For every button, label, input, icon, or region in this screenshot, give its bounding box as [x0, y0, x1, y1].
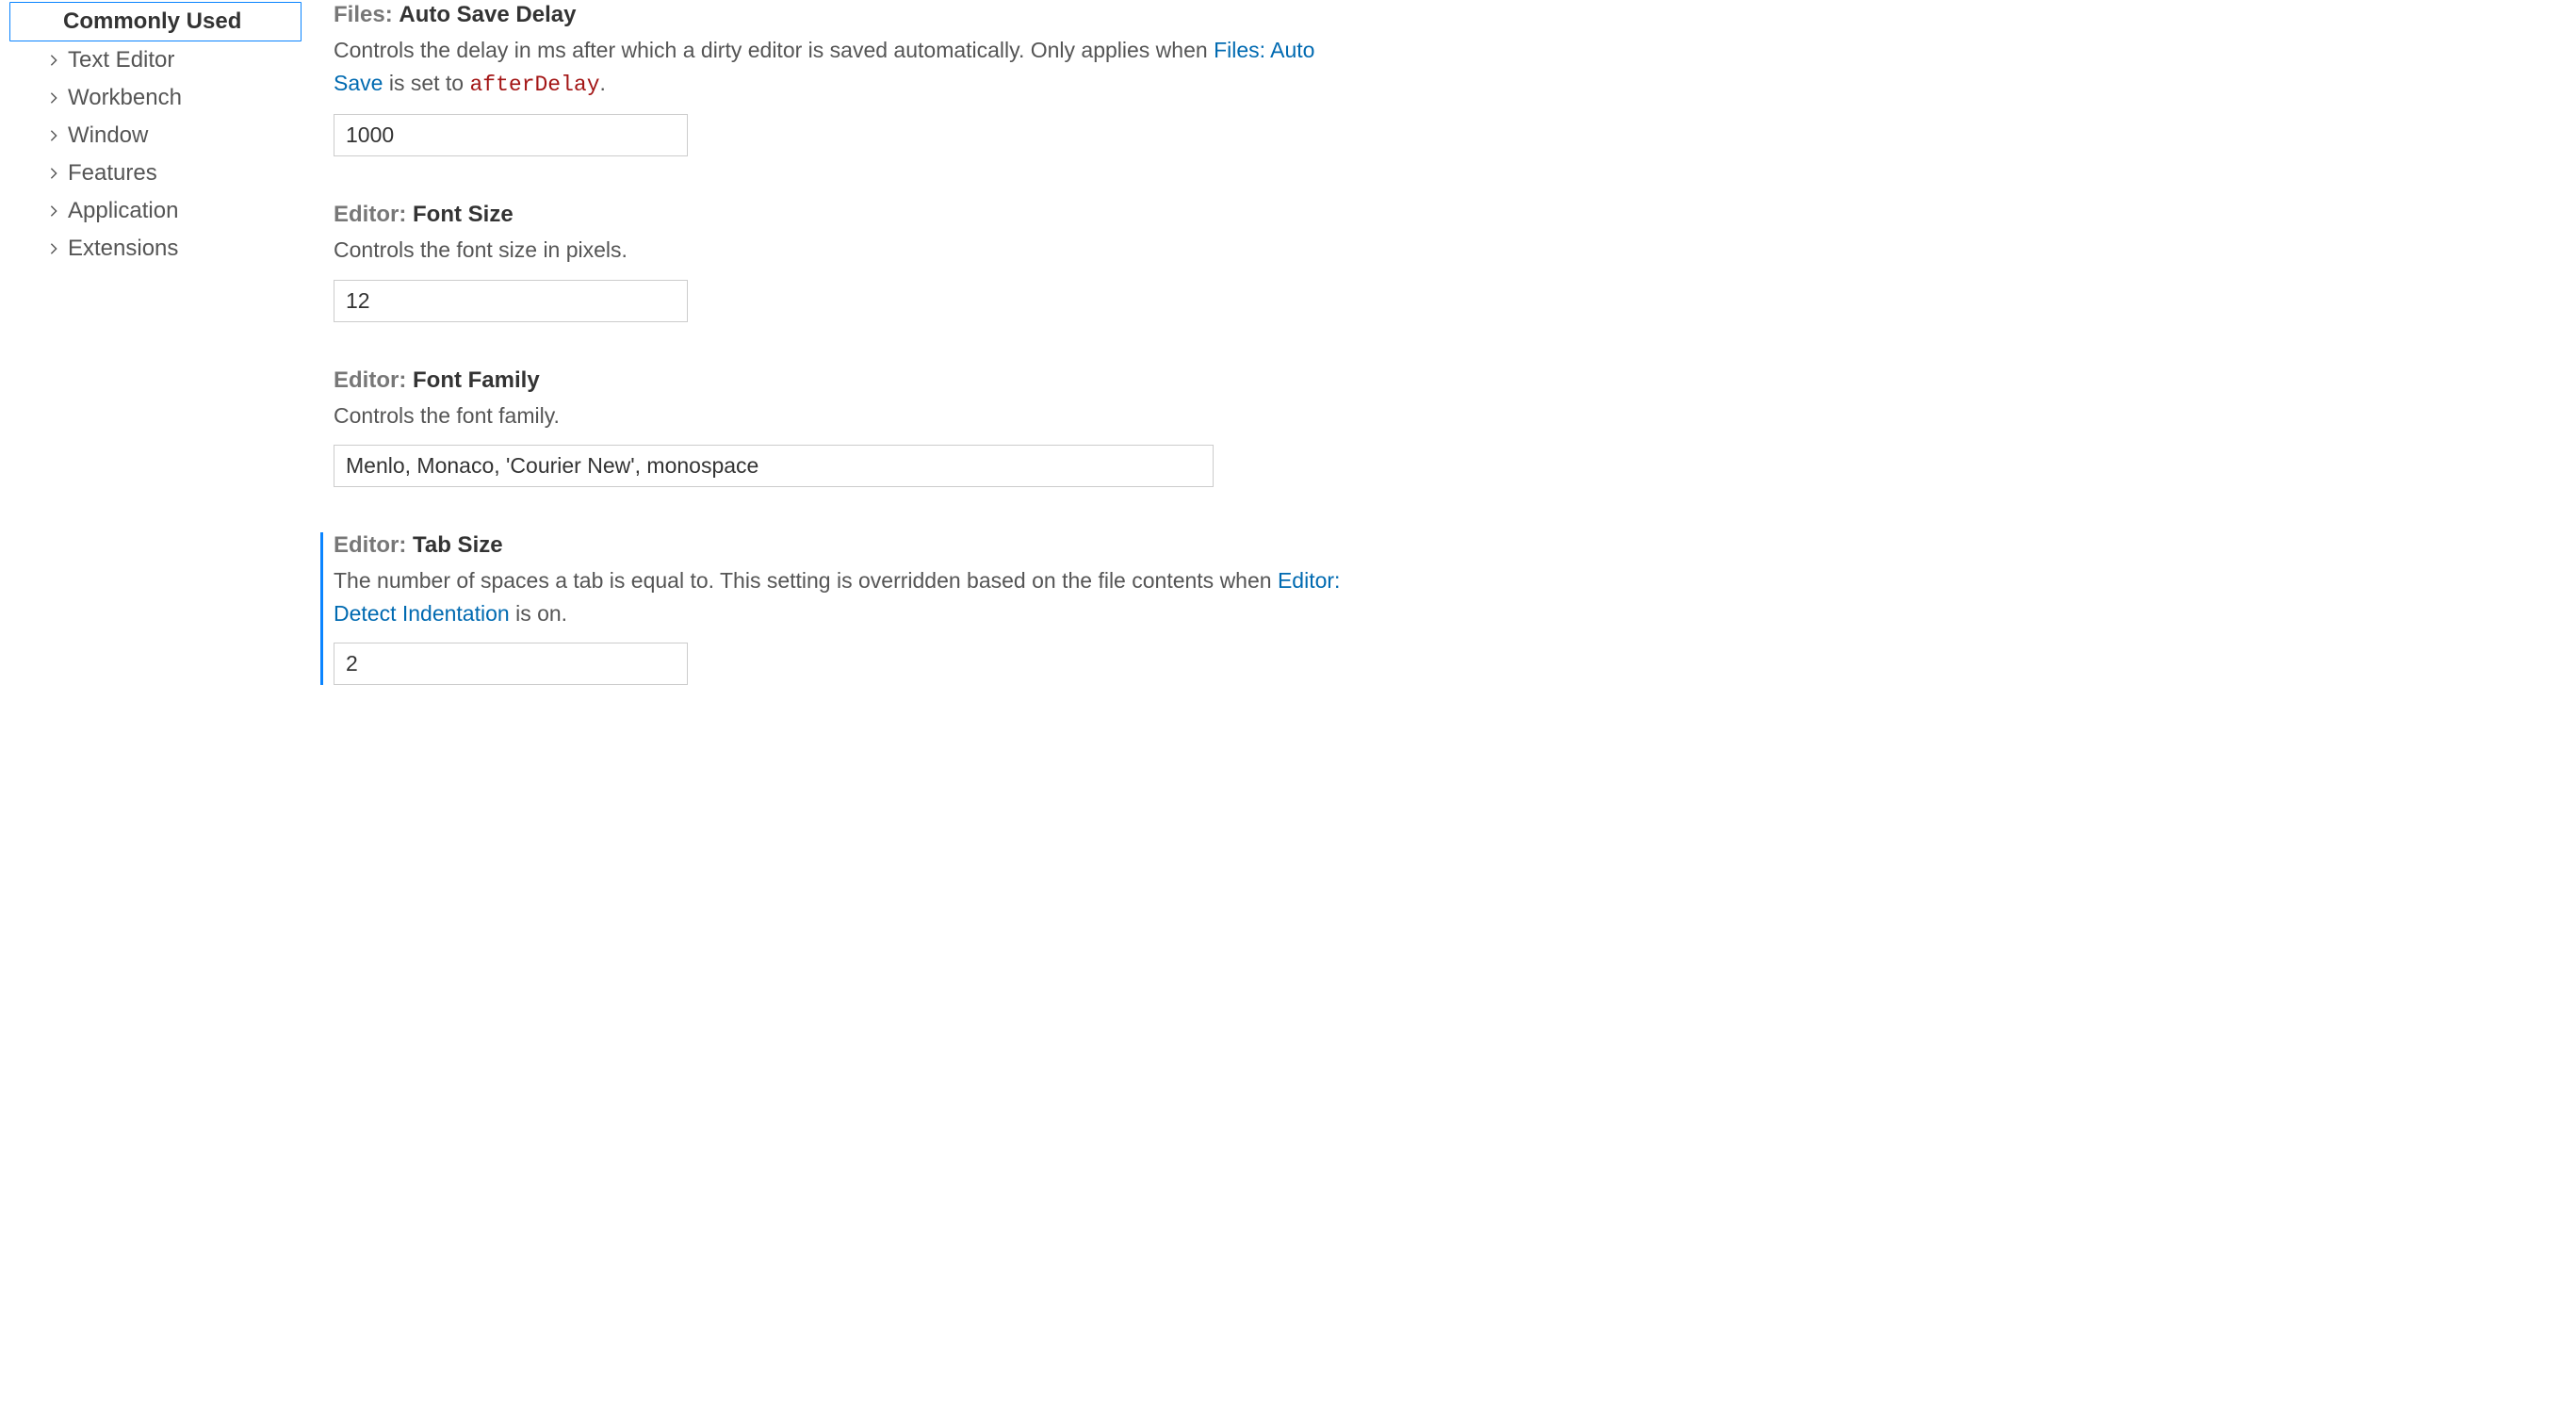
- auto-save-delay-input[interactable]: [334, 114, 688, 156]
- setting-description: The number of spaces a tab is equal to. …: [334, 564, 1351, 629]
- sidebar-item-window[interactable]: Window: [9, 117, 302, 155]
- setting-font-size: Editor: Font Size Controls the font size…: [320, 202, 2548, 322]
- code-afterdelay: afterDelay: [469, 73, 599, 97]
- tab-size-input[interactable]: [334, 643, 688, 685]
- settings-sidebar: Commonly Used Text Editor Workbench Wind…: [0, 0, 302, 1417]
- sidebar-item-application[interactable]: Application: [9, 192, 302, 230]
- setting-title: Editor: Font Size: [334, 202, 2548, 228]
- sidebar-item-label: Commonly Used: [63, 8, 241, 35]
- setting-prefix: Editor:: [334, 367, 413, 393]
- setting-name: Tab Size: [413, 532, 503, 558]
- setting-title: Editor: Tab Size: [334, 532, 2548, 559]
- chevron-right-icon: [45, 90, 62, 106]
- setting-tab-size: Editor: Tab Size The number of spaces a …: [320, 532, 2548, 685]
- sidebar-item-label: Workbench: [68, 85, 182, 111]
- setting-prefix: Files:: [334, 2, 399, 27]
- sidebar-item-label: Window: [68, 122, 148, 149]
- setting-prefix: Editor:: [334, 532, 413, 558]
- sidebar-item-label: Extensions: [68, 236, 178, 262]
- sidebar-item-workbench[interactable]: Workbench: [9, 79, 302, 117]
- setting-description: Controls the font family.: [334, 399, 1351, 432]
- sidebar-item-text-editor[interactable]: Text Editor: [9, 41, 302, 79]
- sidebar-item-commonly-used[interactable]: Commonly Used: [9, 2, 302, 41]
- chevron-right-icon: [45, 127, 62, 144]
- settings-content: Files: Auto Save Delay Controls the dela…: [302, 0, 2576, 1417]
- sidebar-item-label: Features: [68, 160, 157, 187]
- setting-name: Font Size: [413, 202, 514, 227]
- chevron-right-icon: [45, 240, 62, 257]
- setting-auto-save-delay: Files: Auto Save Delay Controls the dela…: [320, 2, 2548, 156]
- font-family-input[interactable]: [334, 445, 1214, 487]
- font-size-input[interactable]: [334, 280, 688, 322]
- setting-title: Files: Auto Save Delay: [334, 2, 2548, 28]
- setting-font-family: Editor: Font Family Controls the font fa…: [320, 367, 2548, 488]
- setting-description: Controls the delay in ms after which a d…: [334, 34, 1351, 101]
- chevron-right-icon: [45, 52, 62, 69]
- setting-name: Font Family: [413, 367, 540, 393]
- setting-title: Editor: Font Family: [334, 367, 2548, 394]
- sidebar-item-extensions[interactable]: Extensions: [9, 230, 302, 268]
- setting-name: Auto Save Delay: [399, 2, 576, 27]
- chevron-right-icon: [45, 165, 62, 182]
- sidebar-item-features[interactable]: Features: [9, 155, 302, 192]
- chevron-right-icon: [45, 203, 62, 220]
- setting-description: Controls the font size in pixels.: [334, 234, 1351, 267]
- setting-prefix: Editor:: [334, 202, 413, 227]
- sidebar-item-label: Application: [68, 198, 178, 224]
- sidebar-item-label: Text Editor: [68, 47, 174, 73]
